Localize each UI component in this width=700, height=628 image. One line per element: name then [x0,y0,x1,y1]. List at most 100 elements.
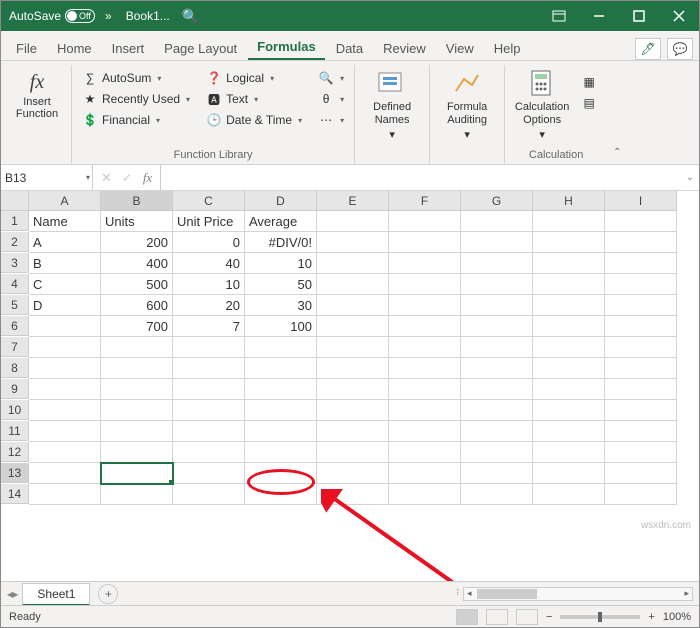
cell[interactable]: #DIV/0! [245,232,317,253]
zoom-slider[interactable] [560,615,640,619]
cell[interactable] [461,232,533,253]
collapse-ribbon-icon[interactable]: ⌃ [607,147,627,158]
cell[interactable] [461,484,533,505]
row-header[interactable]: 7 [1,337,29,357]
cell[interactable] [101,463,173,484]
cell[interactable] [389,274,461,295]
cell[interactable]: 0 [173,232,245,253]
row-header[interactable]: 14 [1,484,29,504]
maximize-button[interactable] [619,1,659,31]
cell[interactable] [245,463,317,484]
row-header[interactable]: 12 [1,442,29,462]
cell[interactable] [461,316,533,337]
cell[interactable] [461,295,533,316]
cell[interactable] [389,232,461,253]
cell[interactable] [389,316,461,337]
zoom-out-button[interactable]: − [546,611,552,623]
new-sheet-button[interactable]: + [98,584,118,604]
cell[interactable] [317,421,389,442]
qat-overflow[interactable]: » [105,9,112,23]
more-fn-button[interactable]: ⋯▾ [314,111,348,129]
cell[interactable] [533,484,605,505]
cell[interactable]: 50 [245,274,317,295]
formula-input[interactable] [160,165,681,190]
recently-used-button[interactable]: ★Recently Used▾ [78,90,194,108]
col-header[interactable]: E [317,191,389,211]
cell[interactable]: Unit Price [173,211,245,232]
cell[interactable] [605,442,677,463]
cell[interactable] [605,358,677,379]
logical-button[interactable]: ❓Logical▾ [202,69,306,87]
calc-now-button[interactable]: ▦ [577,73,601,91]
cell[interactable] [461,400,533,421]
cancel-formula-icon[interactable]: ✕ [101,170,112,186]
page-break-button[interactable] [516,609,538,625]
cell[interactable] [245,337,317,358]
cell[interactable]: B [29,253,101,274]
cell[interactable] [101,358,173,379]
search-icon[interactable]: 🔍 [182,8,199,25]
cell[interactable] [101,337,173,358]
minimize-button[interactable] [579,1,619,31]
cell[interactable] [29,379,101,400]
zoom-level[interactable]: 100% [663,611,691,623]
cell[interactable] [389,400,461,421]
cell[interactable] [173,400,245,421]
cell[interactable] [29,463,101,484]
cell[interactable] [317,442,389,463]
cell[interactable] [533,358,605,379]
cell[interactable] [173,442,245,463]
expand-formula-bar[interactable]: ⌄ [681,172,699,183]
tab-view[interactable]: View [437,36,483,60]
ribbon-display-icon[interactable] [539,1,579,31]
enter-formula-icon[interactable]: ✓ [122,170,133,186]
cell[interactable] [461,463,533,484]
cell[interactable] [245,484,317,505]
normal-view-button[interactable] [456,609,478,625]
share-button[interactable]: 🖊 [635,38,661,60]
cell[interactable] [461,442,533,463]
defined-names-button[interactable]: Defined Names▾ [361,67,423,143]
formula-auditing-button[interactable]: Formula Auditing▾ [436,67,498,143]
row-header[interactable]: 6 [1,316,29,336]
cell[interactable] [389,442,461,463]
cell[interactable]: C [29,274,101,295]
cell[interactable]: 10 [245,253,317,274]
cell[interactable] [605,232,677,253]
cell[interactable] [29,400,101,421]
cell[interactable] [605,484,677,505]
insert-function-button[interactable]: fx Insert Function [9,67,65,120]
tab-file[interactable]: File [7,36,46,60]
math-button[interactable]: θ▾ [314,90,348,108]
cell[interactable] [317,274,389,295]
cell[interactable] [461,337,533,358]
col-header[interactable]: H [533,191,605,211]
horizontal-scrollbar[interactable]: ◂▸ [463,587,693,601]
fx-bar-icon[interactable]: fx [143,170,152,186]
row-header[interactable]: 2 [1,232,29,252]
cell[interactable] [533,463,605,484]
cell[interactable] [29,484,101,505]
cell[interactable] [101,400,173,421]
row-header[interactable]: 13 [1,463,29,483]
cell[interactable] [317,484,389,505]
cell[interactable] [533,421,605,442]
cell[interactable] [461,211,533,232]
cell[interactable] [389,337,461,358]
cell[interactable] [605,274,677,295]
tab-page-layout[interactable]: Page Layout [155,36,246,60]
cell[interactable]: 400 [101,253,173,274]
cell[interactable] [29,358,101,379]
select-all-corner[interactable] [1,191,29,211]
cell[interactable] [461,358,533,379]
cell[interactable] [605,295,677,316]
calc-sheet-button[interactable]: ▤ [577,94,601,112]
cell[interactable] [317,232,389,253]
tab-data[interactable]: Data [327,36,372,60]
cell[interactable] [605,400,677,421]
cell[interactable]: 20 [173,295,245,316]
cell[interactable] [533,400,605,421]
cell[interactable] [245,400,317,421]
cell[interactable] [533,295,605,316]
cell[interactable] [533,442,605,463]
